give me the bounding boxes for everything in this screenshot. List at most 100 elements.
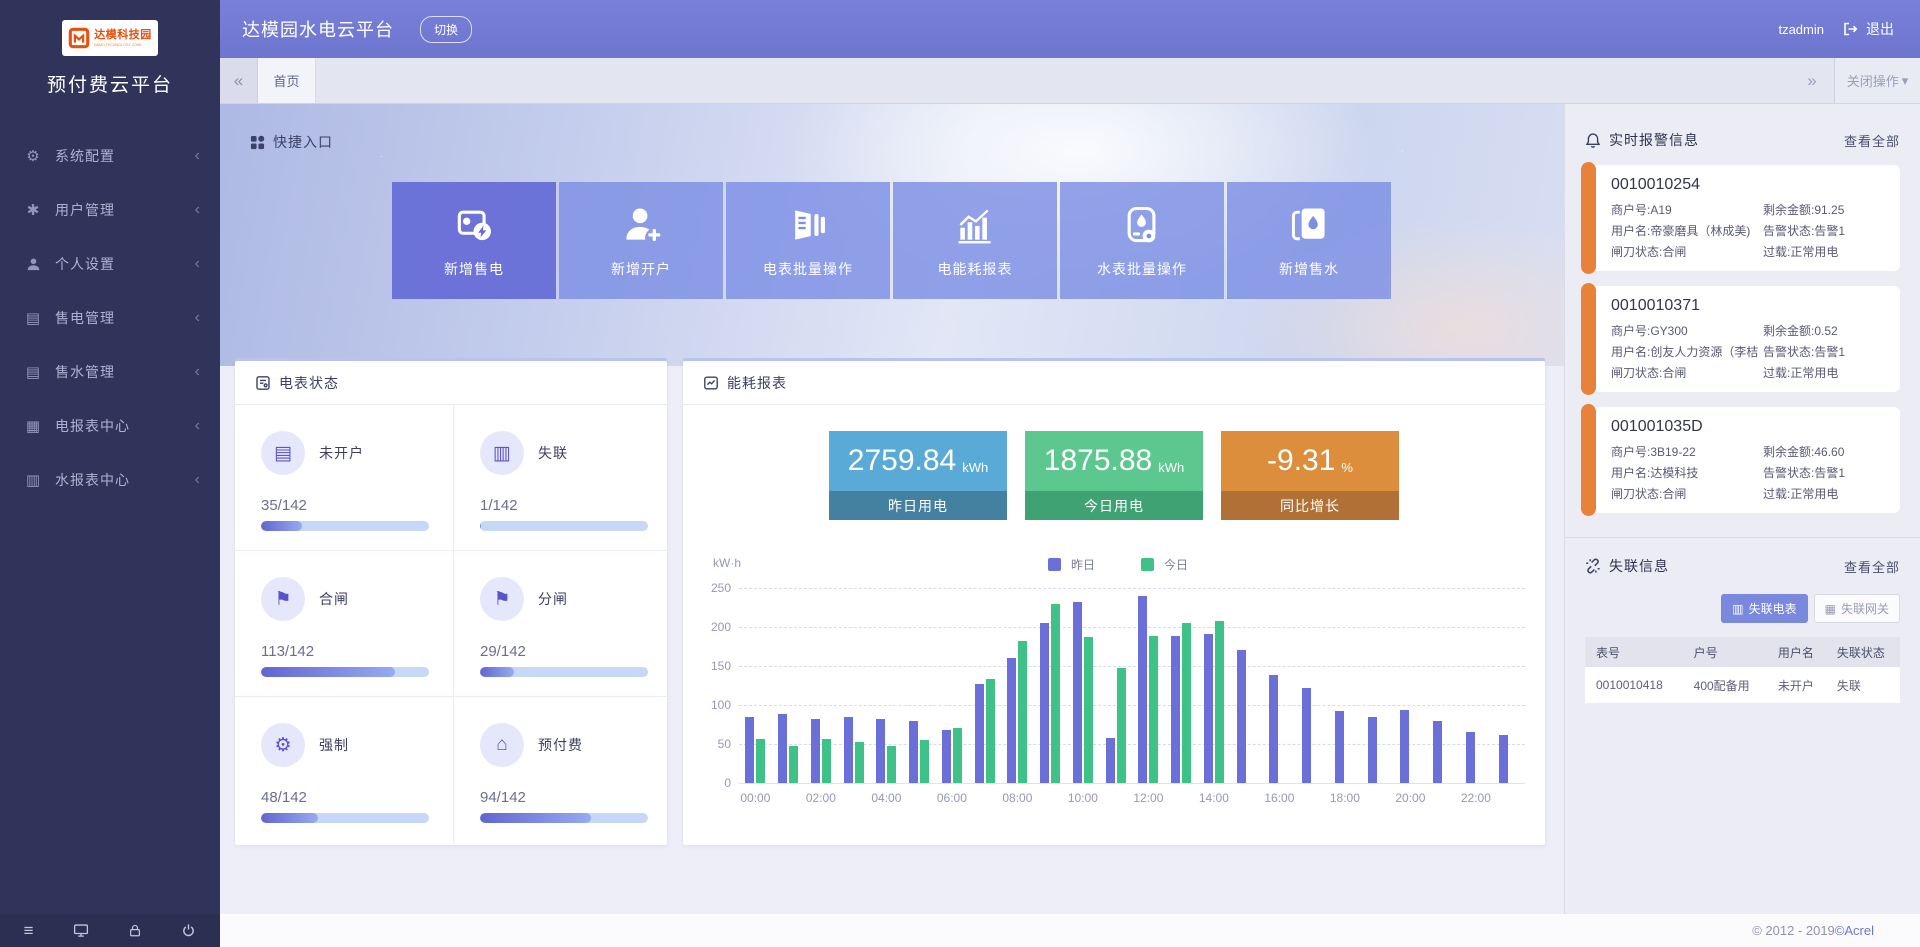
progress-bar: [480, 521, 648, 531]
menu-icon[interactable]: ≡: [24, 922, 34, 939]
bars-container: [739, 588, 1525, 783]
water-sale-icon: [1287, 203, 1331, 247]
alert-card[interactable]: 0010010254 商户号:A19 剩余金额:91.25 用户名:帝豪磨具（林…: [1585, 165, 1900, 271]
table-icon: ▥: [24, 471, 42, 489]
quick-button-meter-batch-ops[interactable]: 电表批量操作: [726, 182, 890, 299]
bar-今日: [1084, 637, 1093, 783]
logo-title: 达模科技园: [94, 30, 152, 41]
quick-entry-icon: [250, 135, 265, 150]
quick-entry-buttons: 新增售电 新增开户 电表批量操作 电能耗: [392, 182, 1391, 299]
bar-group: [1361, 717, 1394, 783]
alert-field: 闸刀状态:合闸: [1611, 364, 1763, 381]
logout-icon[interactable]: [1842, 21, 1858, 37]
bar-昨日: [1138, 596, 1147, 783]
quick-entry-title: 快捷入口: [250, 132, 333, 152]
meter-status-panel: 电表状态 ▤ 未开户 35/142 ▥ 失联 1/142 ⚑ 合闸: [235, 361, 667, 845]
chevron-icon: ‹: [195, 147, 200, 165]
logout-button[interactable]: 退出: [1866, 19, 1894, 39]
alert-field: 商户号:A19: [1611, 201, 1763, 218]
alert-field: 告警状态:告警1: [1763, 464, 1888, 481]
offline-meters-button[interactable]: ▥ 失联电表: [1721, 594, 1807, 623]
bar-今日: [887, 746, 896, 783]
bar-昨日: [1237, 650, 1246, 783]
y-tick-label: 100: [695, 698, 731, 712]
switch-button[interactable]: 切换: [420, 16, 472, 43]
alert-field: 过载:正常用电: [1763, 364, 1888, 381]
chevron-icon: ‹: [195, 255, 200, 273]
x-tick-label: 18:00: [1325, 791, 1365, 805]
y-tick-label: 50: [695, 737, 731, 751]
energy-stats: 2759.84kWh 昨日用电 1875.88kWh 今日用电 -9.31% 同…: [683, 431, 1545, 520]
sidebar-item-personal-settings[interactable]: 个人设置 ‹: [0, 237, 220, 291]
progress-bar: [480, 667, 648, 677]
alerts-view-all-link[interactable]: 查看全部: [1844, 131, 1900, 150]
progress-bar: [261, 521, 429, 531]
sidebar-item-water-sales[interactable]: ▤ 售水管理 ‹: [0, 345, 220, 399]
sidebar-item-electricity-sales[interactable]: ▤ 售电管理 ‹: [0, 291, 220, 345]
lock-icon[interactable]: [128, 923, 142, 938]
legend-label-yesterday: 昨日: [1071, 556, 1095, 573]
bar-今日: [1215, 621, 1224, 783]
offline-gateways-button[interactable]: ▦ 失联网关: [1814, 594, 1900, 623]
sidebar-item-water-report-center[interactable]: ▥ 水报表中心 ‹: [0, 453, 220, 507]
monitor-icon[interactable]: [73, 923, 89, 938]
sidebar-item-user-management[interactable]: ✱ 用户管理 ‹: [0, 183, 220, 237]
bar-group: [1394, 710, 1427, 783]
bar-今日: [789, 746, 798, 783]
realtime-alerts-section: 实时报警信息 查看全部 0010010254 商户号:A19 剩余金额:91.2…: [1565, 104, 1920, 513]
app-header: 达模园水电云平台 切换 tzadmin 退出: [220, 0, 1920, 58]
tab-home[interactable]: 首页: [258, 58, 316, 103]
tabs-scroll-left-icon[interactable]: «: [220, 58, 258, 103]
bar-今日: [756, 739, 765, 783]
alert-card[interactable]: 0010010371 商户号:GY300 剩余金额:0.52 用户名:创友人力资…: [1585, 286, 1900, 392]
quick-button-add-account[interactable]: 新增开户: [559, 182, 723, 299]
offline-view-all-link[interactable]: 查看全部: [1844, 557, 1900, 576]
y-tick-label: 0: [695, 776, 731, 790]
asterisk-icon: ✱: [24, 201, 42, 219]
alert-field: 用户名:创友人力资源（李桔: [1611, 343, 1763, 360]
quick-button-add-water-sale[interactable]: 新增售水: [1227, 182, 1391, 299]
gear-icon: ⚙: [24, 147, 42, 165]
bar-group: [936, 728, 969, 783]
bar-group: [1492, 735, 1525, 783]
sidebar-item-system-config[interactable]: ⚙ 系统配置 ‹: [0, 129, 220, 183]
status-count: 35/142: [261, 497, 429, 514]
chart-x-axis-labels: 00:0002:0004:0006:0008:0010:0012:0014:00…: [739, 783, 1525, 805]
alert-accent-bar: [1581, 404, 1596, 516]
status-count: 94/142: [480, 789, 648, 806]
brand-link[interactable]: ©Acrel: [1835, 923, 1874, 938]
right-panel: 实时报警信息 查看全部 0010010254 商户号:A19 剩余金额:91.2…: [1564, 104, 1920, 914]
status-switch-closed: ⚑ 合闸 113/142: [235, 551, 454, 697]
status-count: 29/142: [480, 643, 648, 660]
power-icon[interactable]: [181, 923, 196, 938]
y-tick-label: 150: [695, 659, 731, 673]
table-row[interactable]: 0010010418 400配备用 未开户 失联: [1585, 667, 1900, 703]
alert-field: 商户号:3B19-22: [1611, 443, 1763, 460]
app-title: 达模园水电云平台: [242, 16, 394, 42]
alert-field: 告警状态:告警1: [1763, 343, 1888, 360]
quick-button-water-meter-batch-ops[interactable]: 水表批量操作: [1060, 182, 1224, 299]
page-footer: © 2012 - 2019 ©Acrel: [220, 914, 1920, 947]
bar-group: [1427, 721, 1460, 783]
bar-昨日: [1040, 623, 1049, 783]
flag-icon: ⚑: [480, 577, 524, 621]
status-not-opened: ▤ 未开户 35/142: [235, 405, 454, 551]
tabs-scroll-right-icon[interactable]: »: [1790, 58, 1834, 103]
bar-昨日: [1433, 721, 1442, 783]
quick-button-energy-report[interactable]: 电能耗报表: [893, 182, 1057, 299]
bar-昨日: [1204, 634, 1213, 783]
bar-group: [1034, 604, 1067, 783]
bar-今日: [920, 740, 929, 783]
house-icon: ⌂: [480, 723, 524, 767]
stat-today-usage: 1875.88kWh 今日用电: [1025, 431, 1203, 520]
status-forced: ⚙ 强制 48/142: [235, 697, 454, 843]
sidebar-item-electricity-report-center[interactable]: ▦ 电报表中心 ‹: [0, 399, 220, 453]
logo-subtitle: DAMO TECHNOLOGY ZONE: [94, 43, 146, 47]
energy-report-panel: 能耗报表 2759.84kWh 昨日用电 1875.88kWh 今日用电 -9.…: [683, 361, 1545, 845]
close-operations-dropdown[interactable]: 关闭操作 ▾: [1834, 58, 1920, 103]
chevron-icon: ‹: [195, 363, 200, 381]
x-tick-label: 22:00: [1456, 791, 1496, 805]
alert-card[interactable]: 001001035D 商户号:3B19-22 剩余金额:46.60 用户名:达模…: [1585, 407, 1900, 513]
quick-button-add-electricity-sale[interactable]: 新增售电: [392, 182, 556, 299]
x-tick-label: 12:00: [1128, 791, 1168, 805]
